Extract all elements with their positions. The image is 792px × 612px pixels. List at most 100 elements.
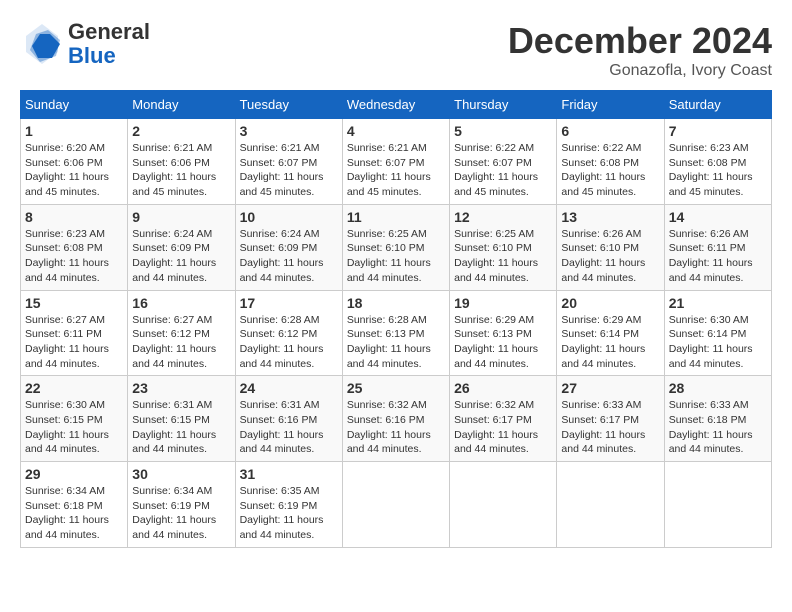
empty-cell: [342, 462, 449, 548]
logo: General Blue: [20, 20, 150, 68]
day-info-14: Sunrise: 6:26 AM Sunset: 6:11 PM Dayligh…: [669, 227, 767, 286]
day-cell-14: 14 Sunrise: 6:26 AM Sunset: 6:11 PM Dayl…: [664, 204, 771, 290]
day-number-11: 11: [347, 209, 445, 225]
day-number-10: 10: [240, 209, 338, 225]
day-number-2: 2: [132, 123, 230, 139]
day-number-7: 7: [669, 123, 767, 139]
calendar-row: 22 Sunrise: 6:30 AM Sunset: 6:15 PM Dayl…: [21, 376, 772, 462]
day-info-12: Sunrise: 6:25 AM Sunset: 6:10 PM Dayligh…: [454, 227, 552, 286]
day-info-2: Sunrise: 6:21 AM Sunset: 6:06 PM Dayligh…: [132, 141, 230, 200]
day-info-19: Sunrise: 6:29 AM Sunset: 6:13 PM Dayligh…: [454, 313, 552, 372]
day-info-13: Sunrise: 6:26 AM Sunset: 6:10 PM Dayligh…: [561, 227, 659, 286]
day-cell-26: 26 Sunrise: 6:32 AM Sunset: 6:17 PM Dayl…: [450, 376, 557, 462]
calendar-row: 29 Sunrise: 6:34 AM Sunset: 6:18 PM Dayl…: [21, 462, 772, 548]
day-number-23: 23: [132, 380, 230, 396]
day-cell-17: 17 Sunrise: 6:28 AM Sunset: 6:12 PM Dayl…: [235, 290, 342, 376]
day-cell-30: 30 Sunrise: 6:34 AM Sunset: 6:19 PM Dayl…: [128, 462, 235, 548]
day-cell-8: 8 Sunrise: 6:23 AM Sunset: 6:08 PM Dayli…: [21, 204, 128, 290]
day-cell-25: 25 Sunrise: 6:32 AM Sunset: 6:16 PM Dayl…: [342, 376, 449, 462]
day-cell-24: 24 Sunrise: 6:31 AM Sunset: 6:16 PM Dayl…: [235, 376, 342, 462]
day-number-17: 17: [240, 295, 338, 311]
day-number-16: 16: [132, 295, 230, 311]
day-info-24: Sunrise: 6:31 AM Sunset: 6:16 PM Dayligh…: [240, 398, 338, 457]
day-cell-20: 20 Sunrise: 6:29 AM Sunset: 6:14 PM Dayl…: [557, 290, 664, 376]
empty-cell: [450, 462, 557, 548]
header-saturday: Saturday: [664, 91, 771, 119]
location-title: Gonazofla, Ivory Coast: [508, 62, 772, 80]
day-number-28: 28: [669, 380, 767, 396]
day-info-22: Sunrise: 6:30 AM Sunset: 6:15 PM Dayligh…: [25, 398, 123, 457]
day-number-29: 29: [25, 466, 123, 482]
day-info-16: Sunrise: 6:27 AM Sunset: 6:12 PM Dayligh…: [132, 313, 230, 372]
calendar-row: 1 Sunrise: 6:20 AM Sunset: 6:06 PM Dayli…: [21, 119, 772, 205]
day-number-4: 4: [347, 123, 445, 139]
logo-blue: Blue: [68, 43, 116, 68]
day-cell-7: 7 Sunrise: 6:23 AM Sunset: 6:08 PM Dayli…: [664, 119, 771, 205]
day-cell-27: 27 Sunrise: 6:33 AM Sunset: 6:17 PM Dayl…: [557, 376, 664, 462]
day-info-27: Sunrise: 6:33 AM Sunset: 6:17 PM Dayligh…: [561, 398, 659, 457]
day-number-20: 20: [561, 295, 659, 311]
calendar-row: 15 Sunrise: 6:27 AM Sunset: 6:11 PM Dayl…: [21, 290, 772, 376]
day-info-7: Sunrise: 6:23 AM Sunset: 6:08 PM Dayligh…: [669, 141, 767, 200]
day-cell-28: 28 Sunrise: 6:33 AM Sunset: 6:18 PM Dayl…: [664, 376, 771, 462]
day-cell-19: 19 Sunrise: 6:29 AM Sunset: 6:13 PM Dayl…: [450, 290, 557, 376]
day-info-28: Sunrise: 6:33 AM Sunset: 6:18 PM Dayligh…: [669, 398, 767, 457]
day-info-31: Sunrise: 6:35 AM Sunset: 6:19 PM Dayligh…: [240, 484, 338, 543]
day-number-13: 13: [561, 209, 659, 225]
month-title: December 2024: [508, 20, 772, 62]
day-info-8: Sunrise: 6:23 AM Sunset: 6:08 PM Dayligh…: [25, 227, 123, 286]
day-info-15: Sunrise: 6:27 AM Sunset: 6:11 PM Dayligh…: [25, 313, 123, 372]
day-info-29: Sunrise: 6:34 AM Sunset: 6:18 PM Dayligh…: [25, 484, 123, 543]
day-info-10: Sunrise: 6:24 AM Sunset: 6:09 PM Dayligh…: [240, 227, 338, 286]
day-cell-13: 13 Sunrise: 6:26 AM Sunset: 6:10 PM Dayl…: [557, 204, 664, 290]
day-info-23: Sunrise: 6:31 AM Sunset: 6:15 PM Dayligh…: [132, 398, 230, 457]
day-number-1: 1: [25, 123, 123, 139]
day-info-1: Sunrise: 6:20 AM Sunset: 6:06 PM Dayligh…: [25, 141, 123, 200]
header-sunday: Sunday: [21, 91, 128, 119]
day-cell-22: 22 Sunrise: 6:30 AM Sunset: 6:15 PM Dayl…: [21, 376, 128, 462]
day-number-31: 31: [240, 466, 338, 482]
day-number-8: 8: [25, 209, 123, 225]
day-info-18: Sunrise: 6:28 AM Sunset: 6:13 PM Dayligh…: [347, 313, 445, 372]
day-number-18: 18: [347, 295, 445, 311]
day-info-9: Sunrise: 6:24 AM Sunset: 6:09 PM Dayligh…: [132, 227, 230, 286]
day-number-30: 30: [132, 466, 230, 482]
day-cell-23: 23 Sunrise: 6:31 AM Sunset: 6:15 PM Dayl…: [128, 376, 235, 462]
header-monday: Monday: [128, 91, 235, 119]
day-cell-15: 15 Sunrise: 6:27 AM Sunset: 6:11 PM Dayl…: [21, 290, 128, 376]
day-cell-1: 1 Sunrise: 6:20 AM Sunset: 6:06 PM Dayli…: [21, 119, 128, 205]
logo-general: General: [68, 19, 150, 44]
day-cell-29: 29 Sunrise: 6:34 AM Sunset: 6:18 PM Dayl…: [21, 462, 128, 548]
empty-cell: [664, 462, 771, 548]
day-cell-6: 6 Sunrise: 6:22 AM Sunset: 6:08 PM Dayli…: [557, 119, 664, 205]
day-info-25: Sunrise: 6:32 AM Sunset: 6:16 PM Dayligh…: [347, 398, 445, 457]
calendar-row: 8 Sunrise: 6:23 AM Sunset: 6:08 PM Dayli…: [21, 204, 772, 290]
title-block: December 2024 Gonazofla, Ivory Coast: [508, 20, 772, 80]
header-thursday: Thursday: [450, 91, 557, 119]
day-cell-5: 5 Sunrise: 6:22 AM Sunset: 6:07 PM Dayli…: [450, 119, 557, 205]
day-number-14: 14: [669, 209, 767, 225]
day-number-12: 12: [454, 209, 552, 225]
day-cell-11: 11 Sunrise: 6:25 AM Sunset: 6:10 PM Dayl…: [342, 204, 449, 290]
logo-icon: [20, 22, 64, 66]
day-info-6: Sunrise: 6:22 AM Sunset: 6:08 PM Dayligh…: [561, 141, 659, 200]
day-cell-16: 16 Sunrise: 6:27 AM Sunset: 6:12 PM Dayl…: [128, 290, 235, 376]
day-info-26: Sunrise: 6:32 AM Sunset: 6:17 PM Dayligh…: [454, 398, 552, 457]
day-number-22: 22: [25, 380, 123, 396]
day-info-4: Sunrise: 6:21 AM Sunset: 6:07 PM Dayligh…: [347, 141, 445, 200]
day-cell-21: 21 Sunrise: 6:30 AM Sunset: 6:14 PM Dayl…: [664, 290, 771, 376]
day-cell-2: 2 Sunrise: 6:21 AM Sunset: 6:06 PM Dayli…: [128, 119, 235, 205]
day-number-27: 27: [561, 380, 659, 396]
day-cell-12: 12 Sunrise: 6:25 AM Sunset: 6:10 PM Dayl…: [450, 204, 557, 290]
weekday-header-row: Sunday Monday Tuesday Wednesday Thursday…: [21, 91, 772, 119]
calendar-table: Sunday Monday Tuesday Wednesday Thursday…: [20, 90, 772, 548]
day-number-21: 21: [669, 295, 767, 311]
day-info-30: Sunrise: 6:34 AM Sunset: 6:19 PM Dayligh…: [132, 484, 230, 543]
day-info-3: Sunrise: 6:21 AM Sunset: 6:07 PM Dayligh…: [240, 141, 338, 200]
day-number-6: 6: [561, 123, 659, 139]
day-info-5: Sunrise: 6:22 AM Sunset: 6:07 PM Dayligh…: [454, 141, 552, 200]
day-cell-10: 10 Sunrise: 6:24 AM Sunset: 6:09 PM Dayl…: [235, 204, 342, 290]
day-number-5: 5: [454, 123, 552, 139]
day-cell-9: 9 Sunrise: 6:24 AM Sunset: 6:09 PM Dayli…: [128, 204, 235, 290]
header-wednesday: Wednesday: [342, 91, 449, 119]
